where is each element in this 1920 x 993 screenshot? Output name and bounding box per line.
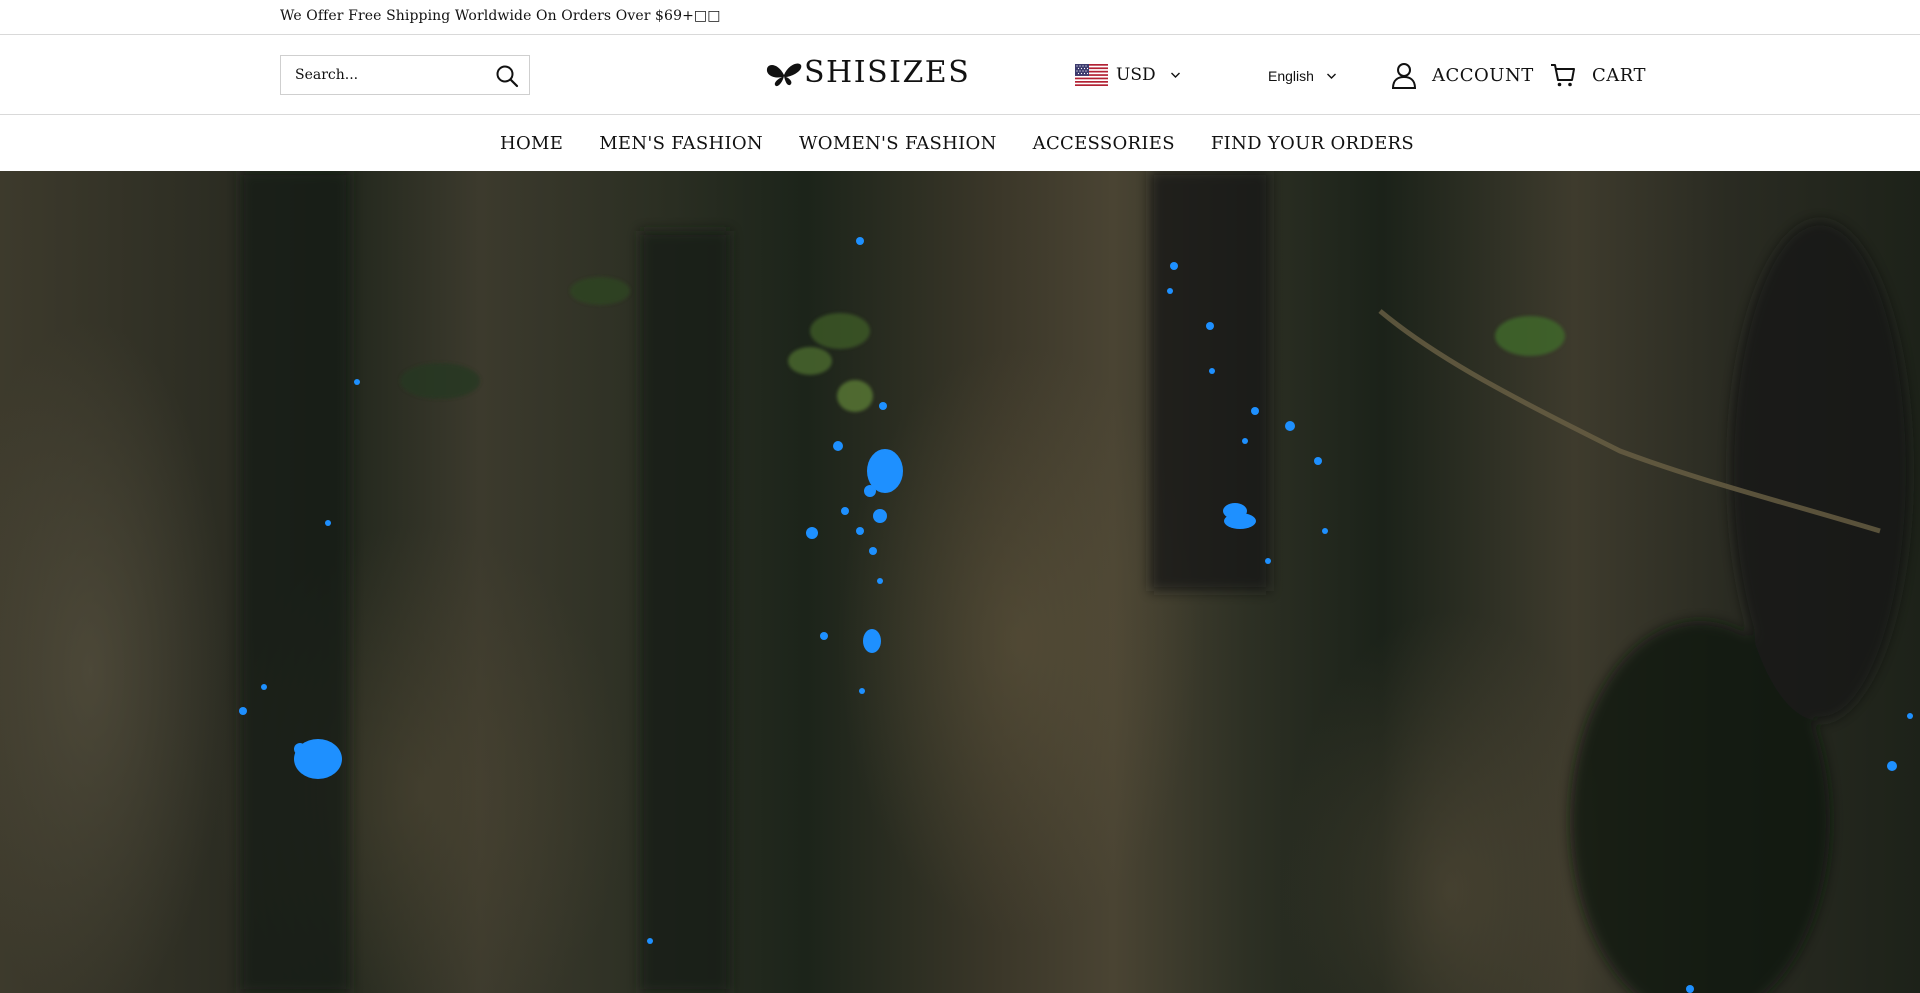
currency-selector[interactable]: USD [1075,63,1181,87]
logo-text: SHISIZES [804,55,971,90]
hero-forest-illustration [239,171,1913,993]
search-icon [496,65,519,88]
nav-item-home[interactable]: HOME [500,133,563,154]
search-form [280,55,530,95]
account-label: ACCOUNT [1432,64,1534,86]
main-navigation: HOME MEN'S FASHION WOMEN'S FASHION ACCES… [0,115,1920,171]
hero-banner-image [0,171,1920,993]
user-icon [1391,63,1417,89]
language-label: English [1268,68,1314,84]
currency-code: USD [1116,65,1156,85]
cart-label: CART [1592,64,1647,86]
nav-item-womens-fashion[interactable]: WOMEN'S FASHION [799,133,997,154]
search-input[interactable] [281,56,481,94]
site-logo[interactable]: SHISIZES [766,55,970,91]
search-button[interactable] [495,64,519,88]
chevron-down-icon [1170,72,1180,78]
nav-item-mens-fashion[interactable]: MEN'S FASHION [599,133,763,154]
butterfly-logo-icon [766,63,802,87]
cart-icon [1551,64,1575,87]
chevron-down-icon [1326,73,1336,79]
nav-item-accessories[interactable]: ACCESSORIES [1033,133,1175,154]
announcement-bar: We Offer Free Shipping Worldwide On Orde… [0,0,1920,35]
nav-item-find-your-orders[interactable]: FIND YOUR ORDERS [1211,133,1414,154]
announcement-text: We Offer Free Shipping Worldwide On Orde… [280,8,721,24]
us-flag-icon [1075,64,1108,86]
site-header: SHISIZES USD English [0,35,1920,115]
cart-link[interactable]: CART [1550,59,1646,91]
language-selector[interactable]: English [1268,64,1337,88]
account-link[interactable]: ACCOUNT [1390,59,1534,91]
